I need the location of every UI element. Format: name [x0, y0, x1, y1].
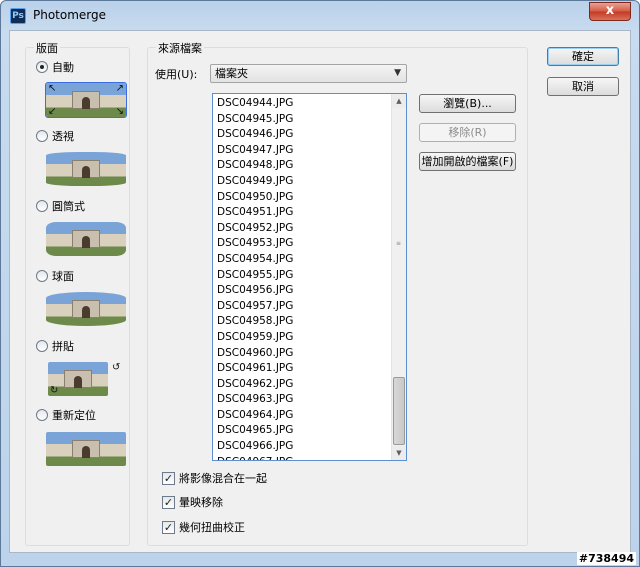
file-list-scrollbar[interactable]: ▲ ≡ ▼ — [391, 94, 406, 460]
vignette-label: 暈映移除 — [179, 496, 223, 509]
file-list-item[interactable]: DSC04966.JPG — [217, 439, 293, 455]
window-title: Photomerge — [33, 8, 107, 22]
checkmark-icon[interactable]: ✓ — [162, 495, 175, 509]
layout-option-spherical[interactable]: 球面 — [36, 268, 74, 284]
rotate-icon: ↻ — [50, 385, 59, 396]
file-list-item[interactable]: DSC04967.JPG — [217, 455, 293, 460]
checkmark-icon[interactable]: ✓ — [162, 520, 175, 534]
blend-label: 將影像混合在一起 — [179, 472, 267, 485]
layout-option-reposition[interactable]: 重新定位 — [36, 407, 96, 423]
file-list[interactable]: DSC04944.JPG DSC04945.JPG DSC04946.JPG DSC0… — [212, 93, 407, 461]
use-label: 使用(U): — [155, 68, 198, 81]
file-list-item[interactable]: DSC04956.JPG — [217, 283, 293, 299]
file-list-item[interactable]: DSC04955.JPG — [217, 268, 293, 284]
layout-option-cylindrical[interactable]: 圓筒式 — [36, 198, 85, 214]
file-list-item[interactable]: DSC04964.JPG — [217, 408, 293, 424]
file-list-item[interactable]: DSC04965.JPG — [217, 423, 293, 439]
layout-group: 版面 自動 ↖ ↗ ↙ ↘ 透視 圓筒式 球面 拼貼 ↻ ↺ 重新定位 — [25, 40, 130, 546]
layout-option-label: 拼貼 — [52, 340, 74, 353]
rotate-arrow-icon: ↺ — [112, 362, 121, 373]
ok-button[interactable]: 確定 — [547, 47, 619, 66]
radio-cylindrical[interactable] — [36, 200, 48, 212]
file-list-item[interactable]: DSC04958.JPG — [217, 314, 293, 330]
arrow-sw-icon: ↙ — [48, 106, 57, 117]
radio-perspective[interactable] — [36, 130, 48, 142]
photomerge-window: Ps Photomerge x 版面 自動 ↖ ↗ ↙ ↘ 透視 圓筒式 球面 … — [0, 0, 640, 567]
vignette-option[interactable]: ✓ 暈映移除 — [162, 495, 223, 509]
arrow-se-icon: ↘ — [115, 106, 124, 117]
layout-option-perspective[interactable]: 透視 — [36, 128, 74, 144]
file-list-item[interactable]: DSC04963.JPG — [217, 392, 293, 408]
add-open-files-button[interactable]: 增加開啟的檔案(F) — [419, 152, 516, 171]
checkmark-icon[interactable]: ✓ — [162, 471, 175, 485]
photoshop-icon: Ps — [10, 8, 26, 24]
reposition-preview-image — [46, 432, 126, 466]
file-list-item[interactable]: DSC04960.JPG — [217, 346, 293, 362]
use-dropdown[interactable]: 檔案夾 ▼ — [210, 64, 407, 83]
file-list-item[interactable]: DSC04950.JPG — [217, 190, 293, 206]
close-button[interactable]: x — [589, 2, 631, 21]
arrow-ne-icon: ↗ — [115, 83, 124, 94]
scroll-up-icon[interactable]: ▲ — [392, 94, 406, 108]
file-list-item[interactable]: DSC04951.JPG — [217, 205, 293, 221]
cancel-button[interactable]: 取消 — [547, 77, 619, 96]
layout-option-collage[interactable]: 拼貼 — [36, 338, 74, 354]
perspective-preview-image — [46, 152, 126, 186]
layout-option-label: 圓筒式 — [52, 200, 85, 213]
file-list-item[interactable]: DSC04954.JPG — [217, 252, 293, 268]
layout-option-label: 透視 — [52, 130, 74, 143]
auto-preview-image: ↖ ↗ ↙ ↘ — [45, 82, 127, 118]
radio-collage[interactable] — [36, 340, 48, 352]
file-list-item[interactable]: DSC04946.JPG — [217, 127, 293, 143]
file-list-item[interactable]: DSC04962.JPG — [217, 377, 293, 393]
file-list-item[interactable]: DSC04949.JPG — [217, 174, 293, 190]
scroll-thumb[interactable] — [393, 377, 405, 445]
distortion-option[interactable]: ✓ 幾何扭曲校正 — [162, 520, 245, 534]
chevron-down-icon: ▼ — [394, 68, 401, 78]
file-list-item[interactable]: DSC04947.JPG — [217, 143, 293, 159]
remove-button[interactable]: 移除(R) — [419, 123, 516, 142]
use-dropdown-value: 檔案夾 — [215, 67, 248, 80]
blend-option[interactable]: ✓ 將影像混合在一起 — [162, 471, 267, 485]
radio-auto[interactable] — [36, 61, 48, 73]
layout-option-label: 自動 — [52, 61, 74, 74]
watermark-text: #738494 — [576, 552, 636, 565]
file-list-item[interactable]: DSC04961.JPG — [217, 361, 293, 377]
layout-group-title: 版面 — [34, 40, 60, 56]
file-list-item[interactable]: DSC04948.JPG — [217, 158, 293, 174]
layout-option-auto[interactable]: 自動 — [36, 59, 74, 75]
spherical-preview-image — [46, 292, 126, 326]
distortion-label: 幾何扭曲校正 — [179, 521, 245, 534]
file-list-item[interactable]: DSC04944.JPG — [217, 96, 293, 112]
layout-option-label: 球面 — [52, 270, 74, 283]
radio-spherical[interactable] — [36, 270, 48, 282]
file-list-item[interactable]: DSC04957.JPG — [217, 299, 293, 315]
radio-reposition[interactable] — [36, 409, 48, 421]
scroll-down-icon[interactable]: ▼ — [392, 446, 406, 460]
arrow-nw-icon: ↖ — [48, 83, 57, 94]
file-items: DSC04944.JPG DSC04945.JPG DSC04946.JPG DSC0… — [217, 96, 293, 460]
browse-button[interactable]: 瀏覽(B)... — [419, 94, 516, 113]
file-list-item[interactable]: DSC04945.JPG — [217, 112, 293, 128]
cylindrical-preview-image — [46, 222, 126, 256]
layout-option-label: 重新定位 — [52, 409, 96, 422]
file-list-item[interactable]: DSC04952.JPG — [217, 221, 293, 237]
file-list-item[interactable]: DSC04953.JPG — [217, 236, 293, 252]
scroll-grip-icon: ≡ — [396, 240, 402, 247]
source-group-title: 來源檔案 — [156, 40, 204, 56]
file-list-item[interactable]: DSC04959.JPG — [217, 330, 293, 346]
collage-preview-image: ↻ — [48, 362, 108, 396]
title-bar[interactable]: Ps Photomerge x — [1, 1, 639, 29]
dialog-body: 版面 自動 ↖ ↗ ↙ ↘ 透視 圓筒式 球面 拼貼 ↻ ↺ 重新定位 來源檔案… — [9, 30, 631, 553]
